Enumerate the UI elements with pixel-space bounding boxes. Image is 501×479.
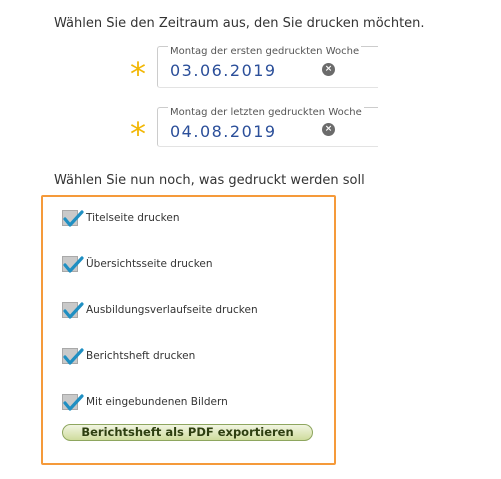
option-label: Übersichtsseite drucken (86, 258, 213, 270)
period-instruction: Wählen Sie den Zeitraum aus, den Sie dru… (54, 16, 425, 31)
checkbox[interactable] (62, 210, 84, 227)
option-label: Titelseite drucken (86, 212, 180, 224)
required-asterisk-icon: * (130, 55, 146, 93)
option-label: Mit eingebundenen Bildern (86, 396, 228, 408)
end-date-clear-icon[interactable]: × (322, 123, 335, 136)
checkmark-icon (63, 302, 84, 319)
start-date-input[interactable]: 03.06.2019 (170, 61, 277, 80)
end-date-input[interactable]: 04.08.2019 (170, 122, 277, 141)
checkbox[interactable] (62, 302, 84, 319)
checkmark-icon (63, 256, 84, 273)
checkbox[interactable] (62, 348, 84, 365)
end-date-field: Montag der letzten gedruckten Woche 04.0… (157, 107, 378, 147)
end-date-label: Montag der letzten gedruckten Woche (168, 107, 364, 118)
checkbox[interactable] (62, 394, 84, 411)
start-date-label: Montag der ersten gedruckten Woche (168, 46, 362, 57)
checkmark-icon (63, 394, 84, 411)
checkmark-icon (63, 210, 84, 227)
option-label: Berichtsheft drucken (86, 350, 196, 362)
print-options-panel: Titelseite drucken Übersichtsseite druck… (41, 195, 336, 465)
checkmark-icon (63, 348, 84, 365)
option-label: Ausbildungsverlaufseite drucken (86, 304, 258, 316)
export-pdf-button[interactable]: Berichtsheft als PDF exportieren (62, 424, 313, 441)
required-asterisk-icon: * (130, 115, 146, 153)
checkbox[interactable] (62, 256, 84, 273)
start-date-field: Montag der ersten gedruckten Woche 03.06… (157, 46, 378, 88)
options-instruction: Wählen Sie nun noch, was gedruckt werden… (54, 173, 365, 188)
start-date-clear-icon[interactable]: × (322, 63, 335, 76)
